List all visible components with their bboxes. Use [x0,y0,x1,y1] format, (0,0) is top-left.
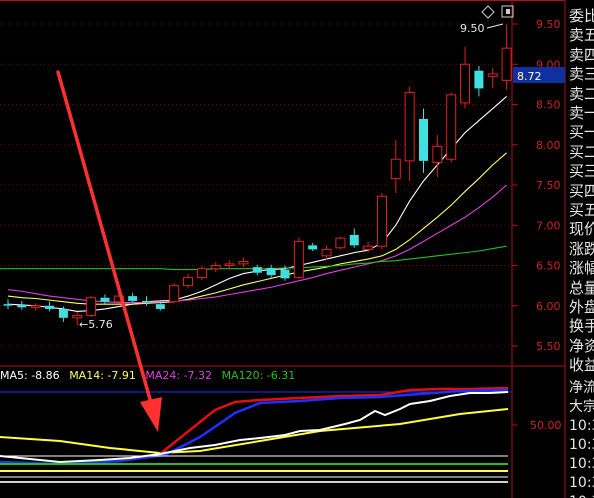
candle-body [224,263,235,267]
candle-body [238,260,249,265]
price-tick-label: 7.50 [536,179,561,192]
side-panel-lower-item: 10:3 [569,475,594,491]
candle [293,237,304,280]
candle-body [474,70,484,89]
candle-body [100,297,110,302]
price-tick-label: 6.50 [536,260,561,273]
candle-body [17,304,27,308]
side-panel-item: 买五 [569,201,594,219]
side-panel-item: 买一 [569,123,594,142]
candle-body [335,237,346,249]
side-panel-item: 卖二 [569,84,594,103]
candle [446,92,457,163]
candle-body [390,158,401,180]
quote-side-panel: 委比 卖五 卖四 卖三 卖二 卖一 买一 买二 买三 买四 买五 现价 涨跌 涨幅 总量 外盘 换手 净资 收益净流… [567,0,594,498]
candle-body [266,267,276,276]
candle-body [169,285,180,303]
candle-body [30,305,41,308]
candle-body [404,91,415,162]
ma24-legend: MA24: -7.32 [145,369,213,382]
side-panel-item: 涨跌 [569,239,594,258]
candle-body [155,304,165,309]
side-panel-item: 现价 [569,220,594,239]
price-tick-label: 9.50 [536,18,561,31]
indicator-tick-label: 50.00 [530,419,562,432]
side-panel-item: 换手 [569,317,594,336]
candle-body [363,245,374,250]
side-panel-item: 委比 [569,7,594,25]
price-tick-label: 7.00 [536,219,561,232]
candle-body [45,305,55,309]
candle-body [446,94,457,160]
side-panel-item: 卖一 [569,104,594,122]
candle-body [280,269,290,279]
candle-body [252,267,262,273]
side-panel-item: 卖三 [569,65,594,84]
ma120-legend: MA120: -6.31 [221,369,296,382]
candle-body [142,300,151,303]
price-tick-label: 8.50 [536,99,561,112]
ma-legend: MA5: -8.86 MA14: -7.91 MA24: -7.32 MA120… [0,369,301,385]
side-panel-item: 买二 [569,142,594,161]
side-panel-item: 涨幅 [569,259,594,278]
side-panel-lower-item: 10:3 [569,456,594,472]
price-tick-label: 5.50 [536,340,561,353]
candle-body [86,297,97,316]
candle-body [293,240,304,279]
side-panel-item: 外盘 [569,298,594,316]
window-pane [506,9,510,14]
candle-body [501,47,512,81]
candle-body [183,277,194,287]
candle-body [349,234,359,246]
side-panel-lower-item: 10:3 [569,492,594,498]
side-panel-lower-item: 10:3 [569,418,594,434]
candle-body [308,245,318,250]
stock-chart[interactable]: 9.509.008.508.007.507.006.506.005.508.72… [0,0,594,498]
candle-body [419,118,428,161]
side-panel-item: 总量 [569,278,594,297]
candle-body [460,63,471,104]
candle-body [210,265,221,270]
current-price-label: 8.72 [517,70,542,83]
candle [335,236,346,250]
candle-body [432,145,443,163]
side-panel-lower-item: 10:3 [569,437,594,453]
candle [169,283,180,304]
candle-body [196,268,207,279]
candle-body [3,304,13,306]
price-tick-label: 6.00 [536,300,561,313]
side-panel-item: 卖四 [569,45,594,64]
side-panel-lower-item: 大宗 [569,399,594,415]
candle [376,193,387,250]
ma5-legend: MA5: -8.86 [0,369,60,382]
high-price-label: 9.50 [460,22,485,35]
candle [86,296,97,318]
side-panel-item: 卖五 [569,26,594,45]
side-panel-lower-item: 净流 [569,380,594,396]
side-panel-item: 买四 [569,181,594,200]
candle-body [58,308,68,318]
side-panel-item: 买三 [569,162,594,181]
candle [196,266,207,280]
candle-body [321,248,332,257]
side-panel-item: 收益 [569,356,594,375]
price-tick-label: 8.00 [536,139,561,152]
side-panel-item: 净资 [569,336,594,355]
candle-body [128,296,138,301]
candle-body [376,195,387,247]
candle-body [487,73,498,77]
ma14-legend: MA14: -7.91 [69,369,136,382]
low-price-label: ←5.76 [79,318,113,331]
